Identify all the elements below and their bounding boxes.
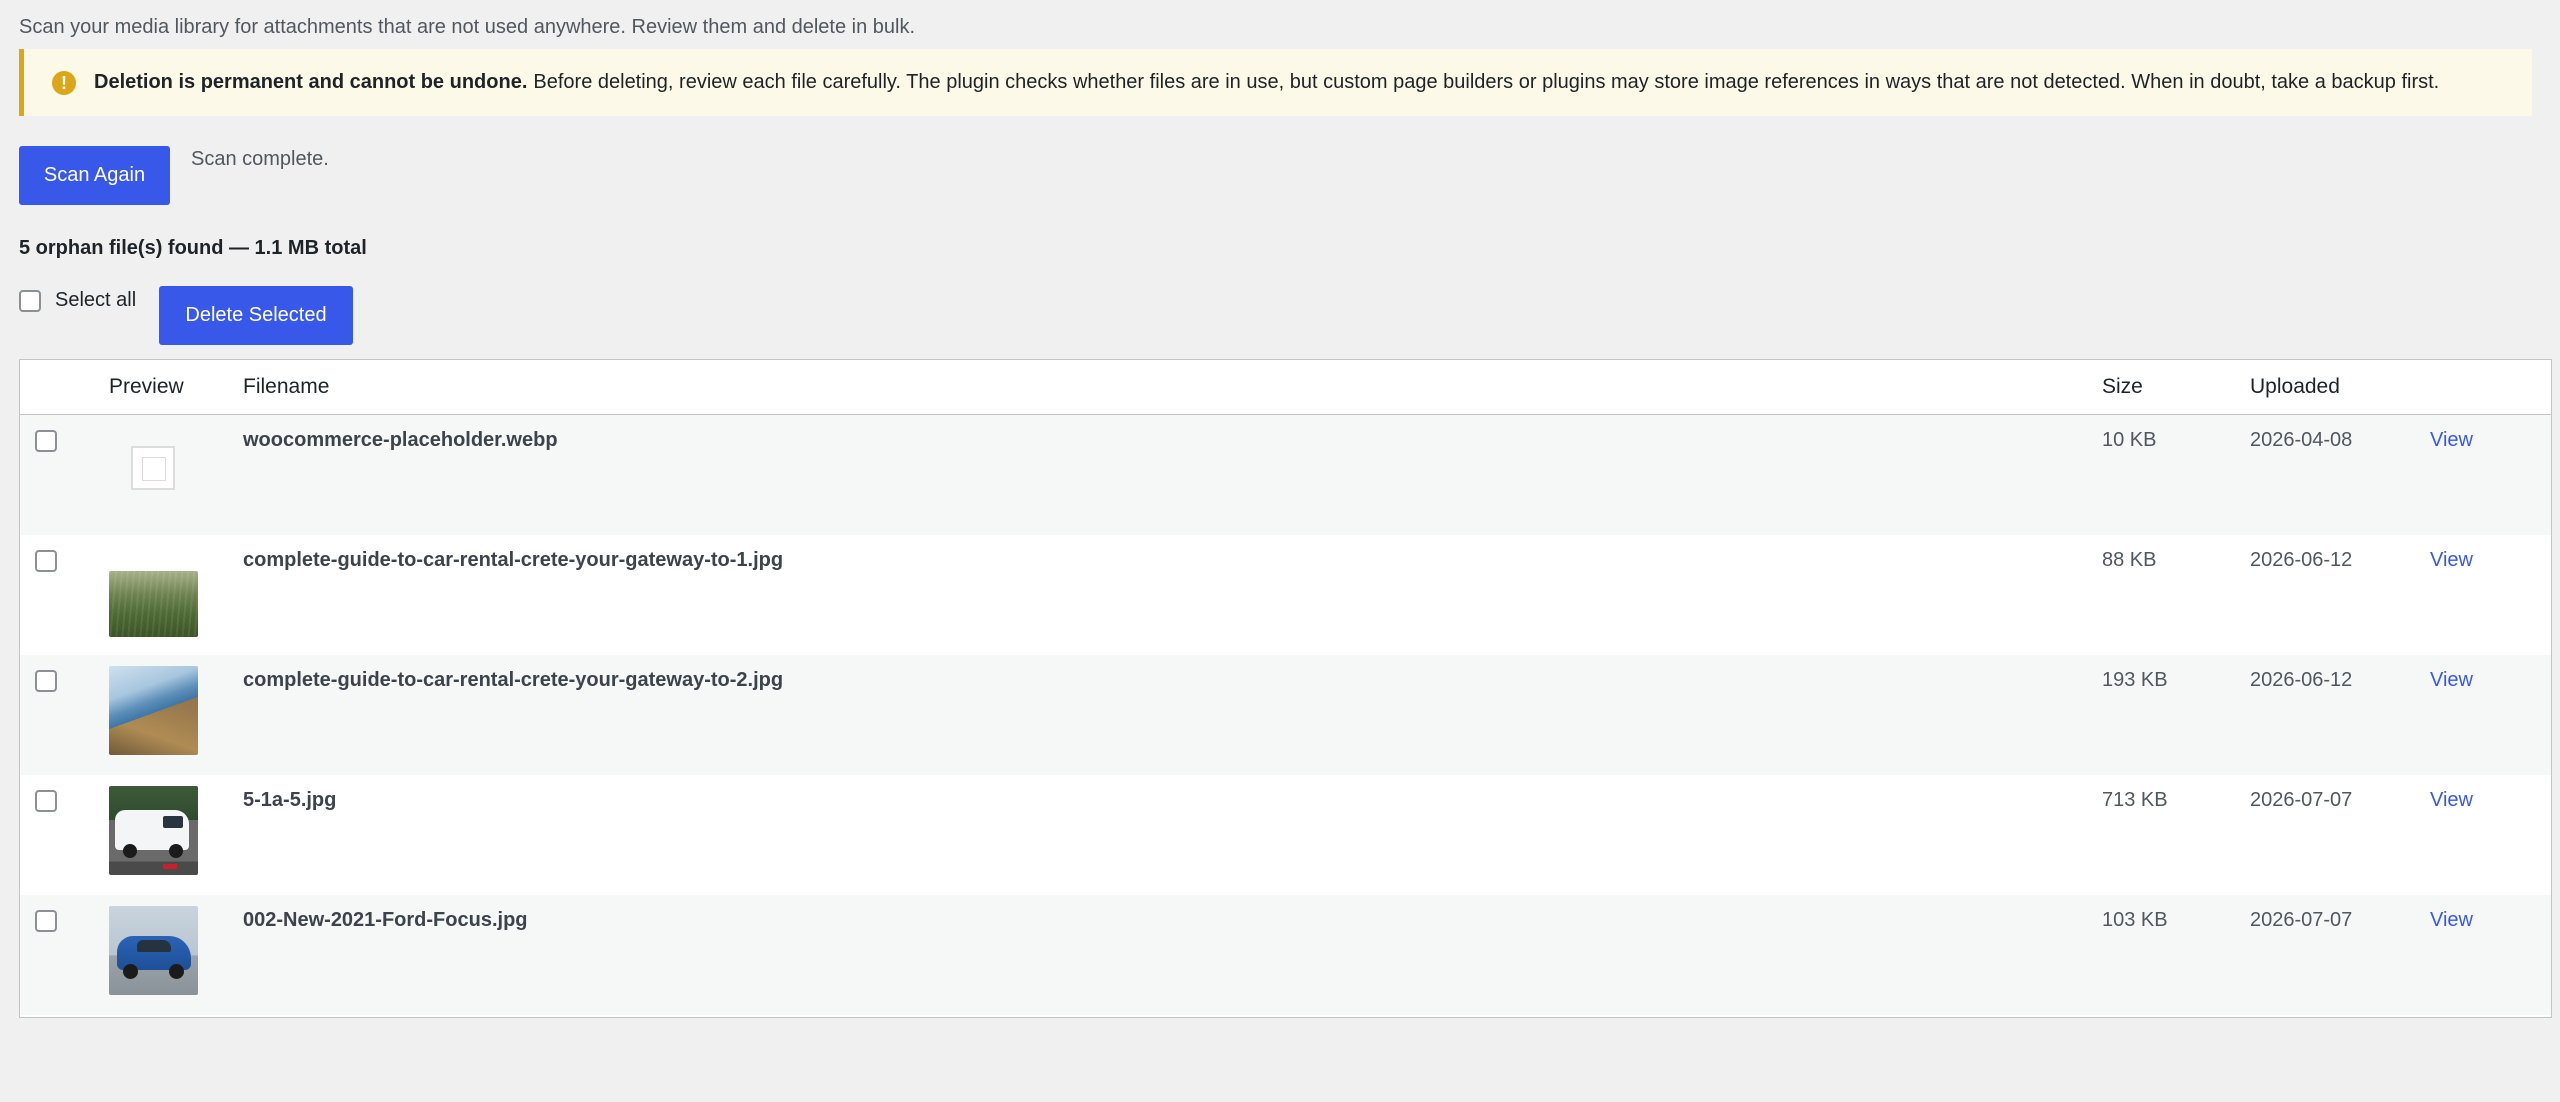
van-wheel xyxy=(123,844,137,858)
scan-status: Scan complete. xyxy=(191,148,329,170)
notice-bold-text: Deletion is permanent and cannot be undo… xyxy=(94,71,528,93)
row-uploaded: 2026-06-12 xyxy=(2250,669,2353,691)
notice-text: Before deleting, review each file carefu… xyxy=(533,71,2440,93)
warning-icon: ! xyxy=(52,70,76,95)
van-wheel xyxy=(169,844,183,858)
row-filename: 5-1a-5.jpg xyxy=(243,789,337,811)
van-plate xyxy=(163,864,177,869)
column-header-uploaded: Uploaded xyxy=(2250,375,2340,398)
table-row: 002-New-2021-Ford-Focus.jpg 103 KB 2026-… xyxy=(20,895,2551,1015)
row-view-link[interactable]: View xyxy=(2430,669,2473,692)
select-all-label: Select all xyxy=(55,289,137,311)
column-header-preview: Preview xyxy=(109,375,184,398)
car-wheel xyxy=(169,964,184,979)
orphan-summary: 5 orphan file(s) found — 1.1 MB total xyxy=(19,237,367,259)
scan-again-button[interactable]: Scan Again xyxy=(19,146,170,205)
white-van-thumbnail xyxy=(109,786,198,875)
row-view-link[interactable]: View xyxy=(2430,429,2473,452)
row-size: 713 KB xyxy=(2102,789,2168,811)
row-checkbox[interactable] xyxy=(35,550,57,572)
delete-selected-button[interactable]: Delete Selected xyxy=(159,286,353,345)
select-all-checkbox[interactable] xyxy=(19,289,41,312)
row-filename: 002-New-2021-Ford-Focus.jpg xyxy=(243,909,528,931)
row-checkbox[interactable] xyxy=(35,790,57,812)
row-view-link[interactable]: View xyxy=(2430,549,2473,572)
row-uploaded: 2026-06-12 xyxy=(2250,549,2353,571)
table-row: complete-guide-to-car-rental-crete-your-… xyxy=(20,655,2551,775)
column-header-size: Size xyxy=(2102,375,2143,398)
select-all-control[interactable]: Select all xyxy=(19,289,136,312)
car-wheel xyxy=(123,964,138,979)
row-filename: complete-guide-to-car-rental-crete-your-… xyxy=(243,549,784,571)
row-checkbox[interactable] xyxy=(35,910,57,932)
table-row: 5-1a-5.jpg 713 KB 2026-07-07 View xyxy=(20,775,2551,895)
grass-field-thumbnail xyxy=(109,571,198,637)
row-uploaded: 2026-07-07 xyxy=(2250,909,2353,931)
orphan-files-table: Preview Filename Size Uploaded woocommer… xyxy=(19,359,2552,1018)
row-size: 10 KB xyxy=(2102,429,2157,451)
row-checkbox[interactable] xyxy=(35,430,57,452)
column-header-filename: Filename xyxy=(243,375,330,398)
row-uploaded: 2026-04-08 xyxy=(2250,429,2353,451)
table-row: woocommerce-placeholder.webp 10 KB 2026-… xyxy=(20,415,2551,535)
table-row: complete-guide-to-car-rental-crete-your-… xyxy=(20,535,2551,655)
row-uploaded: 2026-07-07 xyxy=(2250,789,2353,811)
table-header: Preview Filename Size Uploaded xyxy=(20,360,2551,415)
row-size: 193 KB xyxy=(2102,669,2168,691)
row-view-link[interactable]: View xyxy=(2430,909,2473,932)
deletion-warning-notice: ! Deletion is permanent and cannot be un… xyxy=(19,49,2532,116)
row-checkbox[interactable] xyxy=(35,670,57,692)
placeholder-icon xyxy=(131,446,175,490)
coastline-thumbnail xyxy=(109,666,198,755)
blue-car-thumbnail xyxy=(109,906,198,995)
car-window xyxy=(137,940,171,952)
row-size: 88 KB xyxy=(2102,549,2157,571)
row-view-link[interactable]: View xyxy=(2430,789,2473,812)
row-filename: woocommerce-placeholder.webp xyxy=(243,429,558,451)
page-description: Scan your media library for attachments … xyxy=(19,16,916,38)
van-window xyxy=(163,816,183,828)
row-size: 103 KB xyxy=(2102,909,2168,931)
row-filename: complete-guide-to-car-rental-crete-your-… xyxy=(243,669,784,691)
